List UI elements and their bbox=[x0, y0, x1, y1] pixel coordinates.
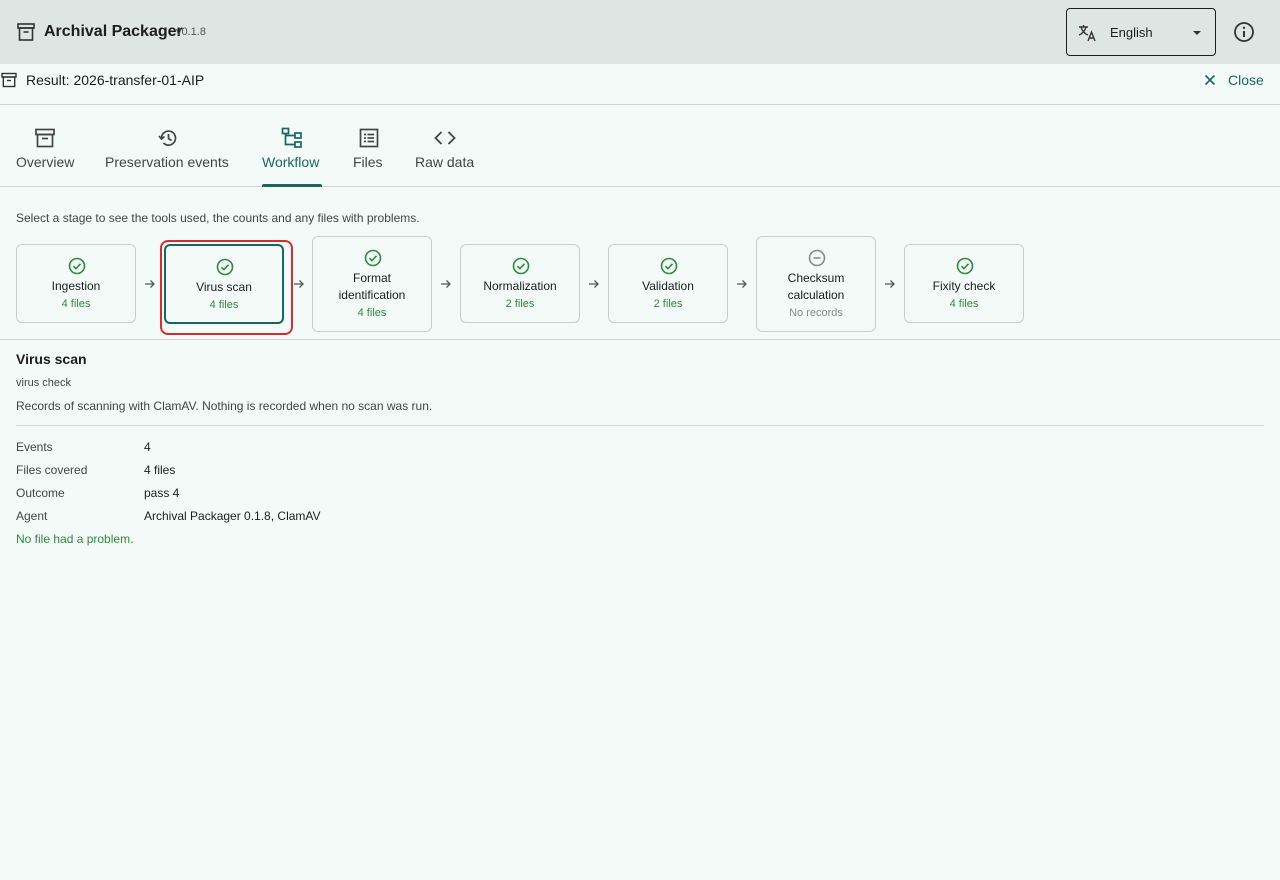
arrow-right-icon bbox=[441, 280, 451, 288]
stage-count: 2 files bbox=[653, 298, 683, 310]
check-circle-icon bbox=[364, 249, 382, 267]
close-icon bbox=[1204, 74, 1216, 86]
check-circle-icon bbox=[68, 257, 86, 275]
detail-key-events: Events bbox=[16, 440, 53, 454]
tab-label: Raw data bbox=[415, 154, 475, 170]
app-bar: Archival Packager v0.1.8 English bbox=[0, 0, 1280, 64]
stage-count: 4 files bbox=[209, 299, 239, 311]
stage-detail-title: Virus scan bbox=[16, 351, 87, 367]
stage-virus-scan[interactable]: Virus scan 4 files bbox=[164, 244, 284, 324]
language-select[interactable]: English bbox=[1066, 8, 1216, 56]
stage-checksum-calculation[interactable]: Checksum calculation No records bbox=[756, 236, 876, 332]
stage-detail-description: Records of scanning with ClamAV. Nothing… bbox=[16, 399, 433, 413]
tab-label: Overview bbox=[16, 154, 75, 170]
stage-name: Format identification bbox=[338, 271, 406, 302]
tab-label: Workflow bbox=[262, 154, 320, 170]
workflow-icon bbox=[281, 127, 302, 148]
stage-name: Checksum calculation bbox=[787, 271, 845, 302]
tab-workflow[interactable]: Workflow bbox=[262, 105, 322, 187]
check-circle-icon bbox=[956, 257, 974, 275]
tab-label: Preservation events bbox=[105, 154, 229, 170]
arrow-right-icon bbox=[737, 280, 747, 288]
translate-icon bbox=[1078, 25, 1096, 42]
chevron-down-icon bbox=[1193, 31, 1201, 35]
stage-count: 4 files bbox=[949, 298, 979, 310]
stage-name: Validation bbox=[642, 279, 694, 293]
detail-key-files-covered: Files covered bbox=[16, 463, 88, 477]
result-header: Result: 2026-transfer-01-AIP Close bbox=[0, 64, 1280, 105]
list-icon bbox=[359, 128, 379, 148]
active-tab-indicator bbox=[262, 184, 322, 187]
close-label: Close bbox=[1228, 72, 1264, 88]
tab-bar: Overview Preservation events Workflow Fi… bbox=[0, 105, 1280, 187]
stage-format-identification[interactable]: Format identification 4 files bbox=[312, 236, 432, 332]
check-circle-icon bbox=[512, 257, 530, 275]
tab-files[interactable]: Files bbox=[353, 105, 385, 187]
archive-icon bbox=[17, 23, 35, 41]
detail-key-outcome: Outcome bbox=[16, 486, 65, 500]
arrow-right-icon bbox=[145, 280, 155, 288]
detail-value-files-covered: 4 files bbox=[144, 463, 176, 477]
stage-name: Virus scan bbox=[196, 280, 252, 294]
stage-name: Ingestion bbox=[51, 279, 101, 293]
tab-preservation-events[interactable]: Preservation events bbox=[105, 105, 231, 187]
check-circle-icon bbox=[660, 257, 678, 275]
tab-overview[interactable]: Overview bbox=[16, 105, 74, 187]
stage-name: Normalization bbox=[483, 279, 557, 293]
stage-count: 4 files bbox=[357, 307, 387, 319]
stage-fixity-check[interactable]: Fixity check 4 files bbox=[904, 244, 1024, 323]
arrow-right-icon bbox=[294, 280, 304, 288]
minus-circle-icon bbox=[808, 249, 826, 267]
tab-raw-data[interactable]: Raw data bbox=[415, 105, 475, 187]
stage-count: 4 files bbox=[61, 298, 91, 310]
check-circle-icon bbox=[216, 258, 234, 276]
history-icon bbox=[158, 130, 177, 146]
code-icon bbox=[434, 131, 456, 145]
result-title: Result: 2026-transfer-01-AIP bbox=[26, 72, 205, 88]
arrow-right-icon bbox=[589, 280, 599, 288]
archive-icon bbox=[1, 72, 17, 88]
workflow-instructions: Select a stage to see the tools used, th… bbox=[16, 211, 420, 225]
section-divider bbox=[0, 339, 1280, 340]
app-version: v0.1.8 bbox=[176, 26, 206, 38]
app-title: Archival Packager bbox=[44, 23, 183, 40]
detail-value-events: 4 bbox=[144, 440, 151, 454]
info-icon[interactable] bbox=[1232, 20, 1256, 44]
stage-count: No records bbox=[789, 307, 843, 319]
stage-count: 2 files bbox=[505, 298, 535, 310]
stage-normalization[interactable]: Normalization 2 files bbox=[460, 244, 580, 323]
language-value: English bbox=[1110, 25, 1153, 40]
detail-divider bbox=[16, 425, 1264, 426]
detail-key-agent: Agent bbox=[16, 509, 48, 523]
detail-value-agent: Archival Packager 0.1.8, ClamAV bbox=[144, 509, 321, 523]
stage-name: Fixity check bbox=[932, 279, 996, 293]
archive-icon bbox=[35, 128, 55, 148]
stage-detail-subtitle: virus check bbox=[16, 377, 72, 389]
stage-ingestion[interactable]: Ingestion 4 files bbox=[16, 244, 136, 323]
arrow-right-icon bbox=[885, 280, 895, 288]
tab-label: Files bbox=[353, 154, 383, 170]
detail-value-outcome: pass 4 bbox=[144, 486, 180, 500]
no-problems-message: No file had a problem. bbox=[16, 532, 134, 546]
stage-validation[interactable]: Validation 2 files bbox=[608, 244, 728, 323]
